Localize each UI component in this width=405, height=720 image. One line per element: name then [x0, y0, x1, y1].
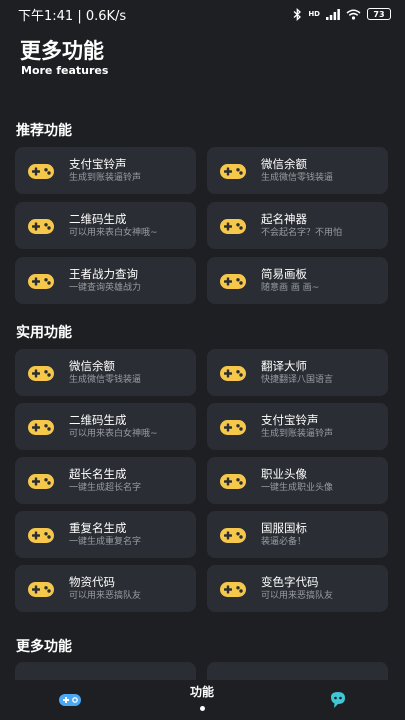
- network-label: HD: [308, 10, 320, 18]
- feature-card[interactable]: 简易画板 随意画 画 画~: [207, 257, 388, 304]
- nav-tab-features-label: 功能: [189, 685, 214, 699]
- feature-card-desc: 一键生成重复名字: [69, 536, 142, 547]
- feature-card[interactable]: 超长名生成 一键生成超长名字: [15, 457, 196, 504]
- section-title-more: 更多功能: [16, 639, 72, 655]
- feature-card-title: 微信余额: [69, 358, 115, 373]
- gamepad-icon: [28, 365, 54, 381]
- feature-card-title: 微信余额: [261, 156, 307, 171]
- feature-card-desc: 装逼必备！: [261, 536, 307, 547]
- gamepad-icon: [28, 419, 54, 435]
- feature-card[interactable]: 物资代码 可以用来恶搞队友: [15, 565, 196, 612]
- gamepad-icon: [28, 273, 54, 289]
- feature-card[interactable]: 国服国标 装逼必备！: [207, 511, 388, 558]
- gamepad-icon: [220, 365, 246, 381]
- feature-card[interactable]: 微信余额 生成微信零钱装逼: [207, 147, 388, 194]
- feature-card[interactable]: 重复名生成 一键生成重复名字: [15, 511, 196, 558]
- feature-card-title: 国服国标: [261, 520, 307, 535]
- page-title: 更多功能: [20, 39, 104, 63]
- feature-card[interactable]: 翻译大师 快捷翻译八国语言: [207, 349, 388, 396]
- feature-card-desc: 生成到账装逼铃声: [261, 428, 334, 439]
- wifi-icon: [346, 9, 361, 20]
- feature-card[interactable]: 职业头像 一键生成职业头像: [207, 457, 388, 504]
- feature-card-desc: 一键生成超长名字: [69, 482, 142, 493]
- bluetooth-icon: [293, 7, 302, 21]
- nav-tab-features[interactable]: 功能: [177, 680, 227, 720]
- feature-card[interactable]: 支付宝铃声 生成到账装逼铃声: [15, 147, 196, 194]
- feature-card[interactable]: 二维码生成 可以用来表白女神哦~: [15, 202, 196, 249]
- nav-tab-chat[interactable]: [313, 680, 363, 720]
- more-card-partial-left[interactable]: [15, 662, 196, 682]
- feature-card[interactable]: 微信余额 生成微信零钱装逼: [15, 349, 196, 396]
- gamepad-icon: [59, 694, 81, 706]
- nav-tab-home[interactable]: [45, 680, 95, 720]
- feature-card-desc: 一键查询英雄战力: [69, 282, 142, 293]
- gamepad-icon: [28, 163, 54, 179]
- gamepad-icon: [28, 527, 54, 543]
- feature-card-title: 起名神器: [261, 211, 307, 226]
- signal-icon: [326, 8, 340, 20]
- gamepad-icon: [220, 273, 246, 289]
- feature-card-desc: 可以用来表白女神哦~: [69, 227, 158, 238]
- gamepad-icon: [220, 473, 246, 489]
- status-time-speed: 下午1:41 | 0.6K/s: [18, 8, 127, 24]
- gamepad-icon: [28, 581, 54, 597]
- feature-card-title: 翻译大师: [261, 358, 307, 373]
- gamepad-icon: [220, 581, 246, 597]
- feature-card-desc: 快捷翻译八国语言: [261, 374, 334, 385]
- feature-card[interactable]: 王者战力查询 一键查询英雄战力: [15, 257, 196, 304]
- feature-card[interactable]: 支付宝铃声 生成到账装逼铃声: [207, 403, 388, 450]
- gamepad-icon: [220, 527, 246, 543]
- feature-card-title: 支付宝铃声: [261, 412, 319, 427]
- feature-card-title: 二维码生成: [69, 211, 127, 226]
- feature-card-desc: 不会起名字？不用怕: [261, 227, 343, 238]
- gamepad-icon: [220, 218, 246, 234]
- active-indicator-dot: [199, 706, 205, 711]
- feature-card-desc: 可以用来恶搞队友: [261, 590, 334, 601]
- more-card-partial-right[interactable]: [207, 662, 388, 682]
- bottom-nav: 功能: [0, 680, 405, 720]
- page-subtitle: More features: [21, 64, 109, 77]
- feature-card-title: 简易画板: [261, 266, 307, 281]
- section-title-practical: 实用功能: [16, 325, 72, 341]
- feature-card-desc: 生成到账装逼铃声: [69, 172, 142, 183]
- feature-card-title: 超长名生成: [69, 466, 127, 481]
- feature-card-desc: 一键生成职业头像: [261, 482, 334, 493]
- feature-card[interactable]: 二维码生成 可以用来表白女神哦~: [15, 403, 196, 450]
- feature-card-desc: 可以用来恶搞队友: [69, 590, 142, 601]
- feature-card-desc: 随意画 画 画~: [261, 282, 320, 293]
- feature-card-desc: 生成微信零钱装逼: [261, 172, 334, 183]
- gamepad-icon: [220, 419, 246, 435]
- feature-card-title: 王者战力查询: [69, 266, 138, 281]
- gamepad-icon: [28, 473, 54, 489]
- feature-card-desc: 可以用来表白女神哦~: [69, 428, 158, 439]
- feature-card-desc: 生成微信零钱装逼: [69, 374, 142, 385]
- chat-bot-icon: [331, 692, 345, 708]
- feature-card-title: 二维码生成: [69, 412, 127, 427]
- section-title-recommended: 推荐功能: [16, 123, 72, 139]
- status-bar: 下午1:41 | 0.6K/s HD 73: [0, 0, 405, 28]
- feature-card-title: 支付宝铃声: [69, 156, 127, 171]
- battery-indicator: 73: [367, 8, 391, 20]
- feature-card-title: 物资代码: [69, 574, 115, 589]
- feature-card[interactable]: 变色字代码 可以用来恶搞队友: [207, 565, 388, 612]
- feature-card-title: 职业头像: [261, 466, 307, 481]
- feature-card[interactable]: 起名神器 不会起名字？不用怕: [207, 202, 388, 249]
- gamepad-icon: [220, 163, 246, 179]
- feature-card-title: 重复名生成: [69, 520, 127, 535]
- gamepad-icon: [28, 218, 54, 234]
- feature-card-title: 变色字代码: [261, 574, 319, 589]
